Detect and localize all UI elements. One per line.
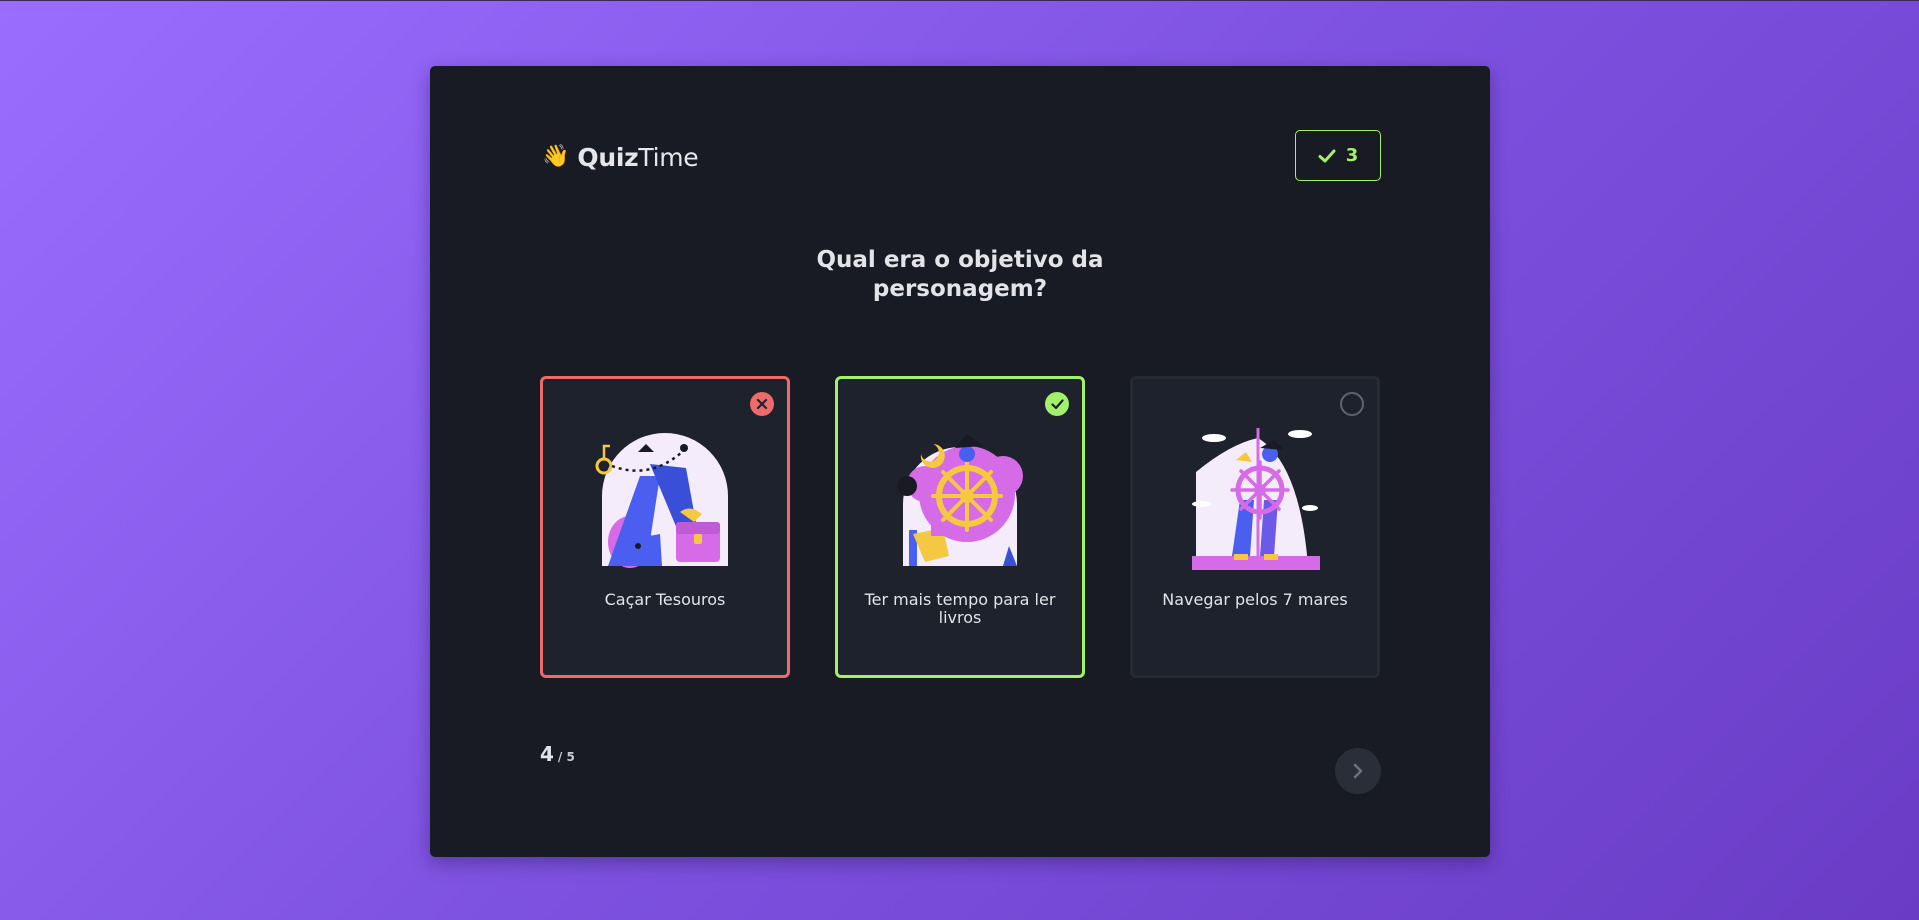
question-title: Qual era o objetivo da personagem?	[816, 247, 1104, 302]
option-label: Caçar Tesouros	[604, 590, 726, 609]
score-badge: 3	[1295, 130, 1381, 181]
chevron-right-icon	[1353, 763, 1363, 779]
question-progress: 4 / 5	[540, 742, 575, 766]
brand-name-light: Time	[638, 142, 699, 172]
option-label: Ter mais tempo para ler livros	[864, 590, 1056, 627]
waving-hand-icon: 👋	[542, 144, 570, 169]
score-value: 3	[1345, 145, 1359, 166]
treasure-hunt-illustration	[595, 433, 728, 568]
brand-name: QuizTime	[577, 143, 698, 172]
check-icon	[1318, 149, 1336, 162]
brand-logo: 👋 QuizTime	[542, 140, 699, 174]
x-icon	[750, 392, 774, 416]
option-card-treasure[interactable]: Caçar Tesouros	[540, 376, 790, 678]
brand-name-bold: Quiz	[577, 142, 639, 172]
progress-current: 4	[540, 742, 554, 766]
next-button[interactable]	[1335, 748, 1381, 794]
quiz-card: 👋 QuizTime 3 Qual era o objetivo da pers…	[430, 66, 1490, 857]
top-border-line	[0, 0, 1919, 1]
reading-daydream-illustration	[897, 434, 1023, 566]
ship-wheel-illustration	[1192, 428, 1320, 570]
option-card-seas[interactable]: Navegar pelos 7 mares	[1130, 376, 1380, 678]
empty-circle-icon	[1340, 392, 1364, 416]
option-label: Navegar pelos 7 mares	[1162, 590, 1348, 609]
check-icon	[1045, 392, 1069, 416]
progress-total: / 5	[557, 750, 575, 764]
option-card-books[interactable]: Ter mais tempo para ler livros	[835, 376, 1085, 678]
